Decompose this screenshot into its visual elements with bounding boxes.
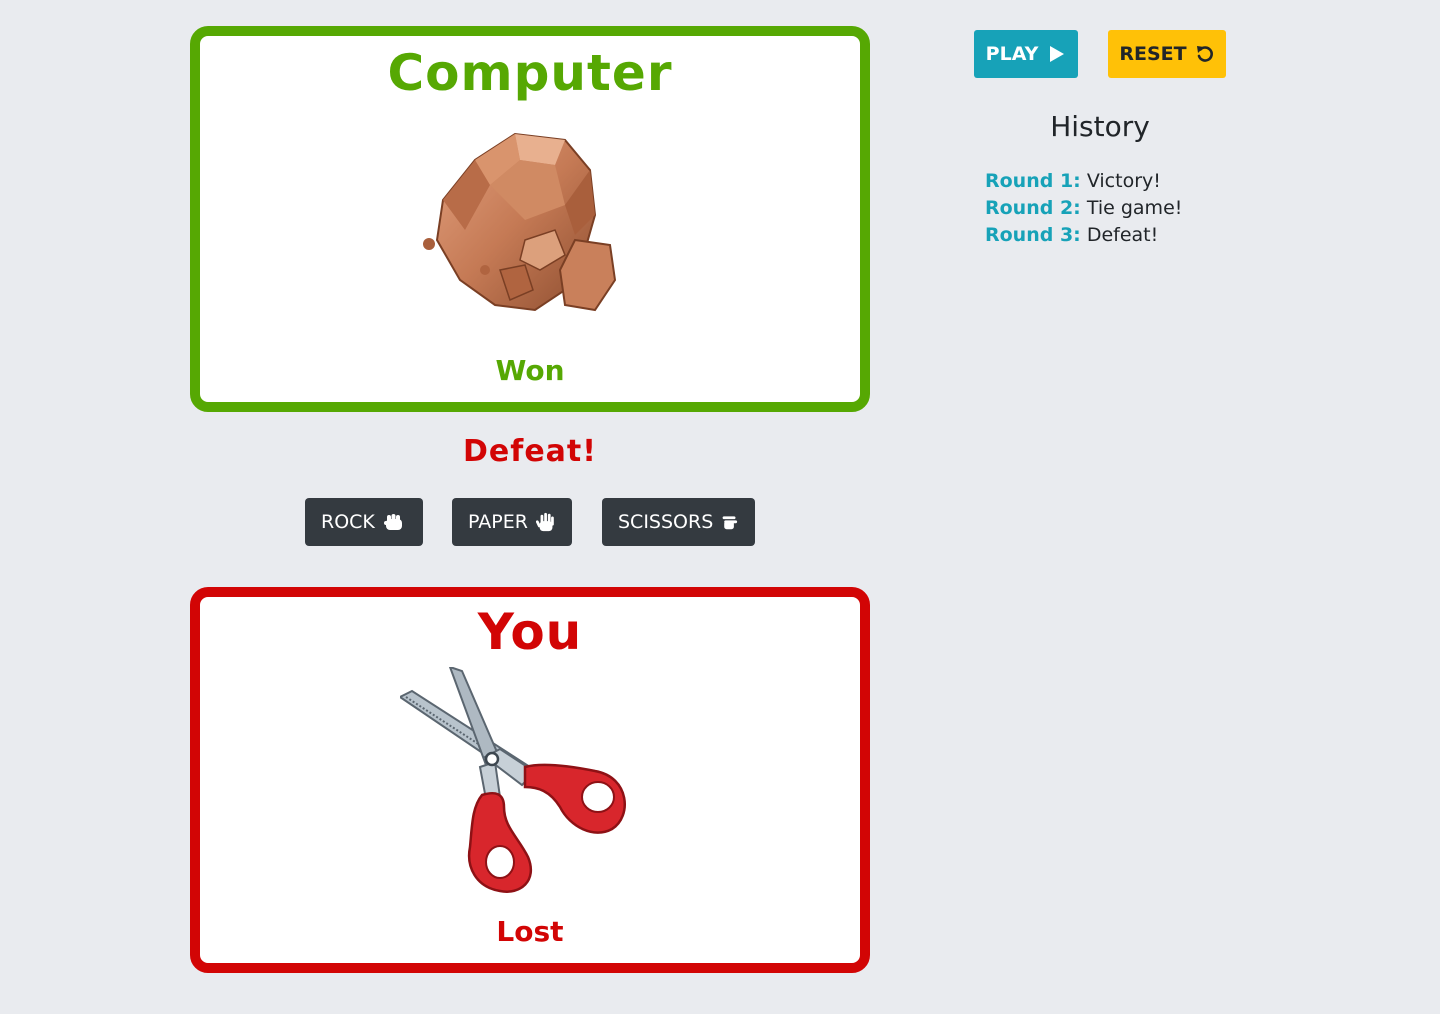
history-title: History	[1050, 110, 1150, 143]
rock-button-label: ROCK	[321, 511, 375, 533]
history-item: Round 1: Victory!	[985, 168, 1182, 195]
player-title: You	[477, 603, 583, 661]
player-card: You Lost	[190, 587, 870, 973]
rock-image	[423, 132, 617, 312]
computer-title: Computer	[387, 44, 673, 102]
hand-rock-icon	[383, 514, 402, 530]
play-button-label: PLAY	[985, 43, 1039, 65]
round-result: Defeat!	[463, 434, 597, 469]
history-item: Round 2: Tie game!	[985, 195, 1182, 222]
play-button[interactable]: PLAY	[974, 30, 1078, 78]
hand-paper-icon	[535, 512, 554, 532]
computer-card: Computer Won	[190, 26, 870, 412]
undo-icon	[1196, 46, 1213, 62]
reset-button-label: RESET	[1119, 43, 1187, 65]
scissors-image	[400, 667, 626, 893]
history-round-label: Round 2:	[985, 197, 1081, 219]
scissors-button[interactable]: SCISSORS	[602, 498, 755, 546]
history-round-outcome: Victory!	[1086, 170, 1161, 192]
scissors-button-label: SCISSORS	[618, 511, 714, 533]
game-page: Computer Won Defeat! ROCK PAPER SCISSORS…	[0, 0, 1440, 1014]
play-icon	[1050, 46, 1065, 62]
paper-button-label: PAPER	[468, 511, 528, 533]
history-round-label: Round 1:	[985, 170, 1081, 192]
hand-scissors-icon	[722, 516, 738, 530]
history-round-outcome: Tie game!	[1086, 197, 1183, 219]
reset-button[interactable]: RESET	[1108, 30, 1226, 78]
player-status: Lost	[496, 915, 564, 948]
rock-button[interactable]: ROCK	[305, 498, 423, 546]
computer-status: Won	[495, 354, 565, 387]
history-round-label: Round 3:	[985, 224, 1081, 246]
paper-button[interactable]: PAPER	[452, 498, 572, 546]
history-round-outcome: Defeat!	[1086, 224, 1159, 246]
history-list: Round 1: Victory! Round 2: Tie game! Rou…	[985, 168, 1182, 249]
history-item: Round 3: Defeat!	[985, 222, 1182, 249]
